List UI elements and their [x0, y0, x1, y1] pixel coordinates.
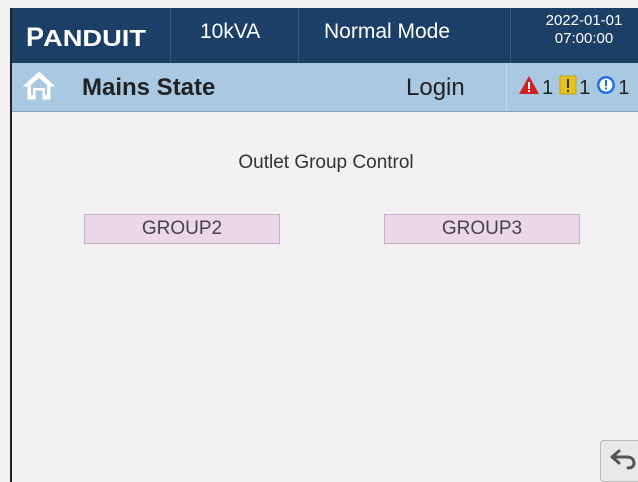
caution-square-icon	[559, 75, 577, 101]
device-screen: P ANDUIT 10kVA Normal Mode 2022-01-01 07…	[10, 8, 638, 482]
critical-alarm-count: 1	[542, 76, 554, 99]
warning-triangle-icon	[518, 75, 540, 101]
back-button[interactable]	[600, 440, 638, 482]
section-title: Outlet Group Control	[238, 152, 414, 173]
group3-button[interactable]: GROUP3	[384, 214, 580, 244]
info-alarm-count: 1	[618, 76, 630, 99]
brand-logo: P ANDUIT	[26, 22, 148, 50]
divider	[506, 63, 507, 111]
divider	[510, 8, 511, 63]
time-label: 07:00:00	[554, 30, 614, 47]
warning-alarm-count: 1	[579, 76, 591, 99]
alarm-summary[interactable]: 1 1 1	[518, 75, 633, 101]
group2-button[interactable]: GROUP2	[84, 214, 280, 244]
status-bar: P ANDUIT 10kVA Normal Mode 2022-01-01 07…	[12, 8, 638, 63]
return-arrow-icon	[609, 447, 637, 476]
login-button[interactable]: Login	[406, 74, 465, 102]
info-circle-icon	[596, 75, 616, 101]
main-content: Outlet Group Control GROUP2 GROUP3	[12, 112, 638, 482]
svg-text:ANDUIT: ANDUIT	[43, 25, 146, 50]
datetime: 2022-01-01 07:00:00	[528, 12, 638, 48]
divider	[298, 8, 299, 63]
capacity-label: 10kVA	[200, 20, 261, 43]
divider	[170, 8, 171, 63]
home-button[interactable]	[12, 63, 66, 111]
home-icon	[22, 69, 56, 106]
svg-text:P: P	[26, 22, 44, 50]
mode-label: Normal Mode	[324, 20, 451, 43]
nav-bar: Mains State Login 1 1 1	[12, 63, 638, 112]
page-title: Mains State	[82, 74, 216, 101]
date-label: 2022-01-01	[545, 12, 623, 29]
